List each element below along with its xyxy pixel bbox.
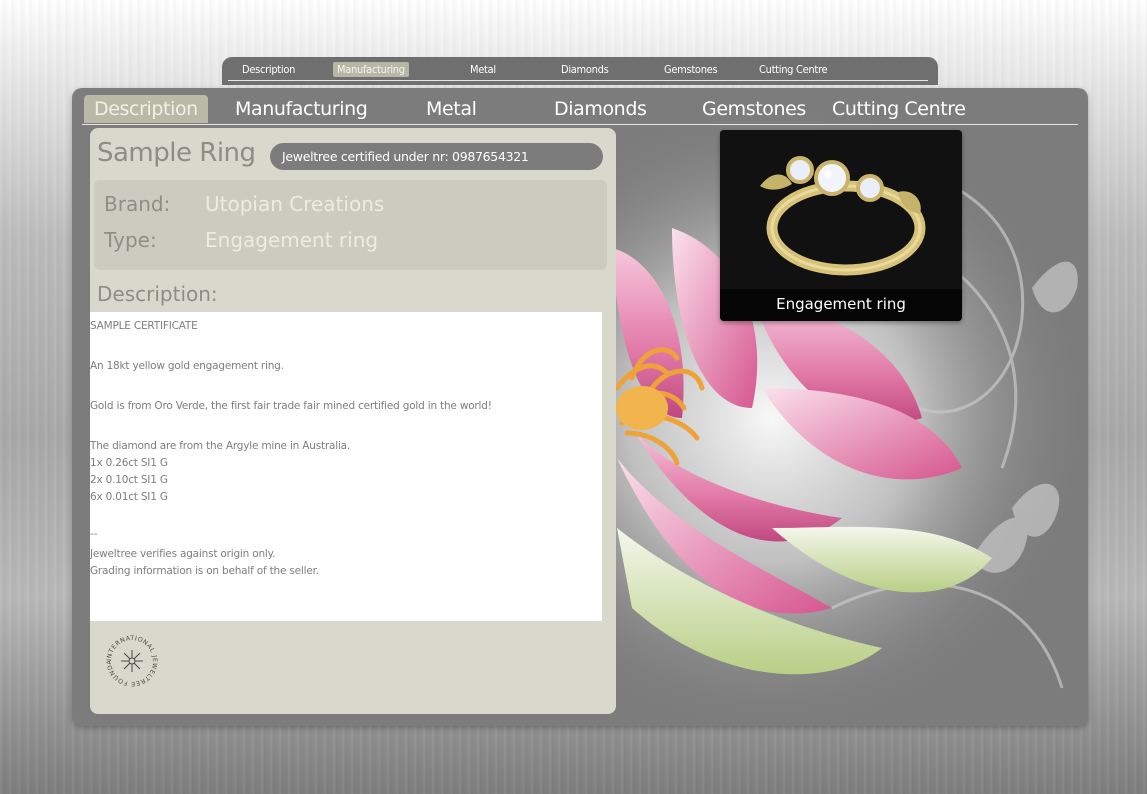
page-title: Sample Ring <box>97 138 256 168</box>
small-tab-description[interactable]: Description <box>238 62 299 77</box>
description-line: Grading information is on behalf of the … <box>90 565 319 577</box>
tab-metal[interactable]: Metal <box>426 95 477 123</box>
small-tab-metal[interactable]: Metal <box>466 62 500 77</box>
small-tab-gemstones[interactable]: Gemstones <box>660 62 721 77</box>
ring-photo[interactable]: Engagement ring <box>720 130 962 321</box>
description-line <box>90 378 602 398</box>
certificate-card: Sample Ring Jeweltree certified under nr… <box>90 128 616 714</box>
description-line <box>90 506 602 526</box>
description-heading: Description: <box>97 282 218 306</box>
small-tab-cutting-centre[interactable]: Cutting Centre <box>755 62 831 77</box>
tab-description[interactable]: Description <box>84 95 208 123</box>
seal-icon: INTERNATIONAL JEWELTREE FOUNDATION <box>104 632 157 687</box>
tab-manufacturing[interactable]: Manufacturing <box>235 95 368 123</box>
description-line <box>90 418 602 438</box>
type-row: Type: Engagement ring <box>104 228 378 252</box>
tab-gemstones[interactable]: Gemstones <box>702 95 806 123</box>
description-line: 1x 0.26ct SI1 G <box>90 457 168 469</box>
description-line: 2x 0.10ct SI1 G <box>90 474 168 486</box>
description-text-box[interactable]: SAMPLE CERTIFICATE An 18kt yellow gold e… <box>90 312 602 621</box>
photo-caption: Engagement ring <box>720 289 962 321</box>
brand-value: Utopian Creations <box>205 192 385 216</box>
description-line: Jeweltree verifies against origin only. <box>90 548 276 560</box>
product-info-box: Brand: Utopian Creations Type: Engagement … <box>94 180 607 270</box>
small-tab-diamonds[interactable]: Diamonds <box>557 62 612 77</box>
brand-label: Brand: <box>104 192 171 216</box>
description-line: -- <box>90 528 98 540</box>
main-tab-underline <box>82 124 1078 125</box>
description-line: SAMPLE CERTIFICATE <box>90 320 198 332</box>
type-value: Engagement ring <box>205 228 379 252</box>
certification-badge: Jeweltree certified under nr: 0987654321 <box>270 143 603 170</box>
small-tab-underline <box>228 80 928 81</box>
description-line: Gold is from Oro Verde, the first fair t… <box>90 400 492 412</box>
type-label: Type: <box>104 228 157 252</box>
tab-diamonds[interactable]: Diamonds <box>554 95 647 123</box>
tab-cutting-centre[interactable]: Cutting Centre <box>832 95 966 123</box>
description-line: The diamond are from the Argyle mine in … <box>90 440 351 452</box>
certificate-panel: Description Manufacturing Metal Diamonds… <box>72 88 1088 726</box>
small-tab-manufacturing[interactable]: Manufacturing <box>333 62 409 77</box>
description-line: An 18kt yellow gold engagement ring. <box>90 360 284 372</box>
ring-image <box>720 130 962 289</box>
description-line <box>90 338 602 358</box>
brand-row: Brand: Utopian Creations <box>104 192 384 216</box>
description-line: 6x 0.01ct SI1 G <box>90 491 168 503</box>
